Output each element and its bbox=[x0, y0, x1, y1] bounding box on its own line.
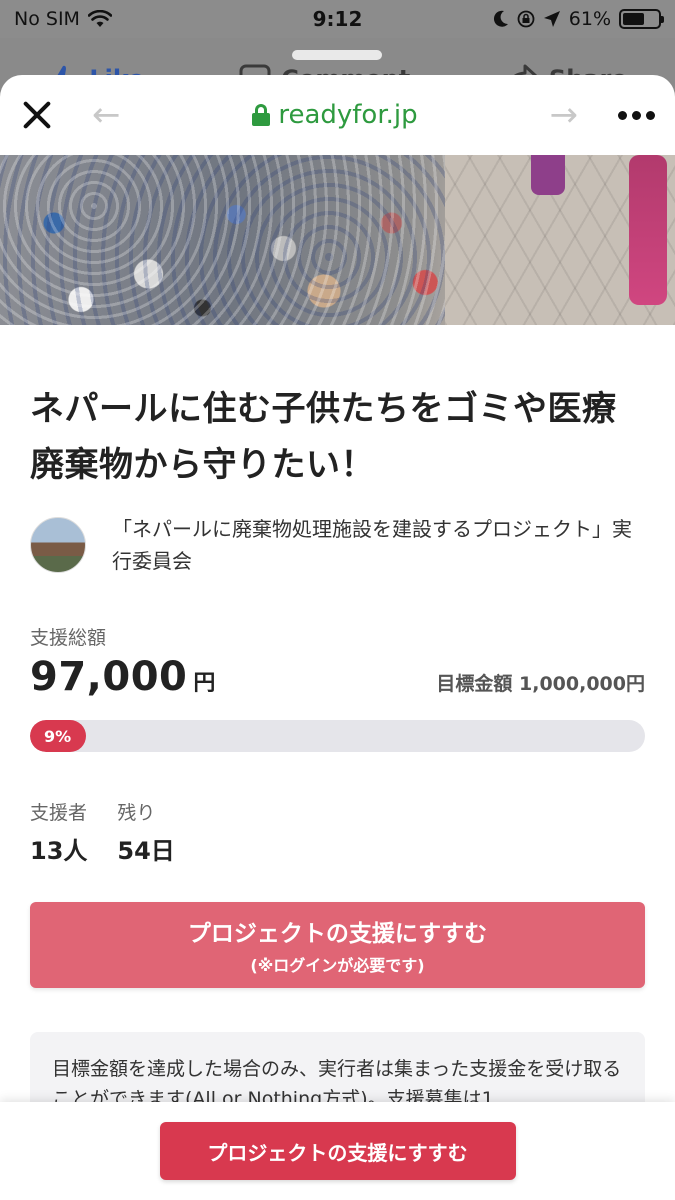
support-button-sublabel: (※ログインが必要です) bbox=[250, 956, 425, 975]
funds-amount: 97,000 bbox=[30, 654, 188, 700]
browser-sheet: ← readyfor.jp → ネパールに住む子供たちをゴミや医療廃棄物から守り… bbox=[0, 75, 675, 1200]
supporters-label: 支援者 bbox=[30, 802, 88, 824]
project-stats: 支援者 13人 残り 54日 bbox=[30, 798, 645, 866]
remaining-value: 54日 bbox=[117, 837, 175, 865]
status-left: No SIM bbox=[14, 8, 254, 30]
progress-text: 9% bbox=[44, 726, 72, 746]
progress-fill: 9% bbox=[30, 720, 86, 752]
wifi-icon bbox=[87, 10, 112, 27]
battery-icon bbox=[619, 9, 664, 29]
forward-arrow-icon[interactable]: → bbox=[538, 95, 579, 135]
sticky-bottom-bar: プロジェクトの支援にすすむ bbox=[0, 1102, 675, 1200]
lock-icon bbox=[252, 104, 271, 126]
remaining-stat: 残り 54日 bbox=[117, 798, 174, 866]
rotation-lock-icon bbox=[517, 10, 535, 28]
currency-label: 円 bbox=[193, 671, 216, 696]
close-icon[interactable] bbox=[20, 98, 54, 132]
project-content: ネパールに住む子供たちをゴミや医療廃棄物から守りたい！ 「ネパールに廃棄物処理施… bbox=[0, 381, 675, 1142]
supporters-value: 13人 bbox=[30, 837, 88, 865]
more-options-icon[interactable] bbox=[618, 110, 655, 120]
url-display[interactable]: readyfor.jp bbox=[132, 100, 538, 130]
status-time: 9:12 bbox=[312, 7, 363, 31]
funding-progress-bar: 9% bbox=[30, 720, 645, 752]
location-icon bbox=[543, 11, 560, 27]
browser-toolbar: ← readyfor.jp → bbox=[0, 75, 675, 155]
sheet-drag-handle[interactable] bbox=[292, 50, 382, 60]
supporters-stat: 支援者 13人 bbox=[30, 798, 87, 866]
funds-row: 97,000 円 目標金額 1,000,000円 bbox=[30, 654, 645, 700]
do-not-disturb-icon bbox=[493, 10, 508, 27]
funds-label: 支援総額 bbox=[30, 627, 107, 649]
status-bar: No SIM 9:12 61% bbox=[0, 0, 675, 38]
project-hero-image bbox=[0, 155, 675, 325]
url-text: readyfor.jp bbox=[278, 100, 418, 130]
project-title: ネパールに住む子供たちをゴミや医療廃棄物から守りたい！ bbox=[30, 389, 617, 485]
owner-name[interactable]: 「ネパールに廃棄物処理施設を建設するプロジェクト」実行委員会 bbox=[112, 513, 645, 577]
back-arrow-icon[interactable]: ← bbox=[92, 95, 132, 135]
sticky-support-button[interactable]: プロジェクトの支援にすすむ bbox=[159, 1122, 516, 1180]
battery-percent: 61% bbox=[568, 8, 611, 30]
funds-amount-group: 97,000 円 bbox=[30, 654, 215, 700]
remaining-label: 残り bbox=[117, 802, 156, 824]
support-project-button[interactable]: プロジェクトの支援にすすむ (※ログインが必要です) bbox=[30, 902, 645, 988]
support-button-label: プロジェクトの支援にすすむ bbox=[187, 921, 488, 947]
carrier-label: No SIM bbox=[14, 8, 80, 30]
owner-avatar[interactable] bbox=[30, 517, 86, 573]
status-right: 61% bbox=[421, 8, 664, 30]
project-owner[interactable]: 「ネパールに廃棄物処理施設を建設するプロジェクト」実行委員会 bbox=[30, 513, 645, 577]
goal-amount: 目標金額 1,000,000円 bbox=[436, 673, 645, 695]
battery-fill bbox=[623, 13, 644, 25]
